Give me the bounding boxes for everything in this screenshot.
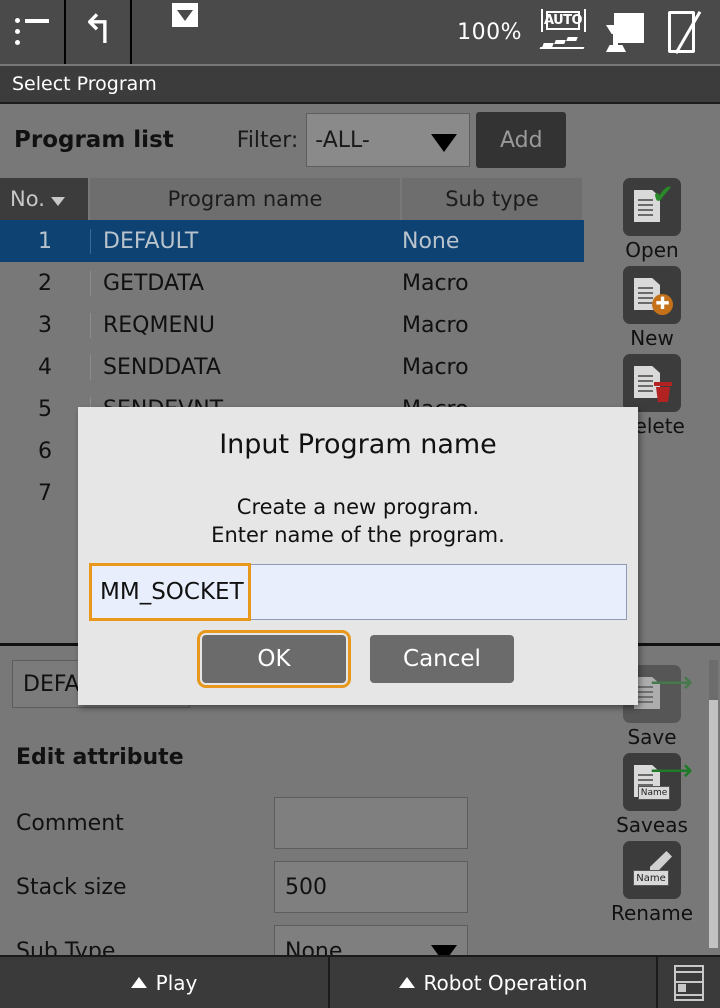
sidebar-item-new[interactable]: ✚ New — [584, 266, 720, 350]
sidebar-actions-upper: ✔ Open ✚ New Delete — [584, 178, 720, 442]
attribute-label-stack-size: Stack size — [16, 874, 127, 900]
filter-select[interactable]: -ALL- — [306, 113, 471, 167]
document-trash-icon — [623, 354, 681, 412]
toolbar-dropdown-button[interactable] — [132, 0, 198, 64]
sort-chevron-icon — [50, 196, 65, 206]
row-number: 7 — [38, 480, 52, 506]
back-button[interactable]: ↰ — [66, 0, 130, 64]
window-layout-icon — [674, 964, 704, 1001]
table-row[interactable]: 3 REQMENU Macro — [0, 304, 584, 346]
sidebar-label-save: Save — [627, 725, 677, 749]
play-tab[interactable]: Play — [0, 957, 330, 1008]
column-header-sub-type[interactable]: Sub type — [402, 178, 582, 220]
add-button[interactable]: Add — [476, 112, 567, 168]
document-plus-icon: ✚ — [623, 266, 681, 324]
cancel-button[interactable]: Cancel — [370, 635, 514, 683]
menu-button[interactable] — [0, 0, 64, 64]
dialog-message-line1: Create a new program. — [236, 495, 480, 519]
table-row[interactable]: 1 DEFAULT None — [0, 220, 584, 262]
caret-down-icon — [172, 3, 198, 27]
row-number: 3 — [38, 312, 52, 338]
dialog-message: Create a new program. Enter name of the … — [78, 494, 638, 549]
row-sub-type: None — [402, 228, 460, 254]
document-check-icon: ✔ — [623, 178, 681, 236]
sidebar-item-rename[interactable]: Name Rename — [584, 841, 720, 925]
robot-operation-tab[interactable]: Robot Operation — [330, 957, 658, 1008]
robot-operation-label: Robot Operation — [423, 970, 588, 995]
filter-value: -ALL- — [315, 127, 370, 153]
dialog-input-row: MM_SOCKET — [89, 563, 627, 621]
table-row[interactable]: 4 SENDDATA Macro — [0, 346, 584, 388]
dialog-message-line2: Enter name of the program. — [211, 522, 505, 547]
document-saveas-name-icon: ⟶ Name — [623, 753, 693, 811]
pencil-name-icon: Name — [623, 841, 681, 899]
attribute-row-stack-size: Stack size 500 — [16, 858, 576, 916]
row-program-name: DEFAULT — [90, 228, 402, 254]
row-number: 4 — [38, 354, 52, 380]
stack-size-input[interactable]: 500 — [274, 861, 468, 913]
filter-label: Filter: — [236, 127, 299, 153]
row-number: 1 — [38, 228, 52, 254]
comment-input[interactable] — [274, 797, 468, 849]
teach-pendant-icon[interactable] — [596, 9, 648, 55]
sidebar-item-open[interactable]: ✔ Open — [584, 178, 720, 262]
hamburger-menu-icon — [15, 18, 49, 45]
application-window: ↰ 100% AUTO Select Program Program list … — [0, 0, 720, 1008]
row-program-name: GETDATA — [90, 270, 402, 296]
auto-label: AUTO — [543, 11, 583, 30]
column-header-no-label: No. — [10, 187, 45, 211]
sidebar-item-saveas[interactable]: ⟶ Name Saveas — [584, 753, 720, 837]
auto-mode-icon[interactable]: AUTO — [538, 9, 590, 55]
play-label: Play — [155, 970, 198, 995]
row-number: 2 — [38, 270, 52, 296]
speed-override-value: 100% — [457, 19, 522, 45]
triangle-up-icon — [398, 977, 415, 988]
top-toolbar: ↰ 100% AUTO — [0, 0, 720, 64]
ok-button[interactable]: OK — [197, 630, 351, 688]
column-header-program-name[interactable]: Program name — [90, 178, 402, 220]
column-header-no[interactable]: No. — [0, 178, 90, 220]
table-header-row: No. Program name Sub type — [0, 178, 584, 220]
row-number: 6 — [38, 438, 52, 464]
bottom-bar: Play Robot Operation — [0, 955, 720, 1008]
input-program-name-dialog: Input Program name Create a new program.… — [78, 407, 638, 705]
dialog-title: Input Program name — [219, 429, 497, 460]
window-layout-button[interactable] — [658, 957, 720, 1008]
row-sub-type: Macro — [402, 354, 469, 380]
sidebar-label-new: New — [630, 326, 674, 350]
row-sub-type: Macro — [402, 270, 469, 296]
triangle-up-icon — [130, 977, 147, 988]
edit-attribute-heading: Edit attribute — [16, 745, 184, 770]
sidebar-label-rename: Rename — [610, 901, 694, 925]
undo-arrow-icon: ↰ — [81, 7, 115, 53]
sidebar-label-open: Open — [625, 238, 679, 262]
row-program-name: SENDDATA — [90, 354, 402, 380]
tablet-disabled-icon[interactable] — [654, 9, 706, 55]
program-name-input-value[interactable]: MM_SOCKET — [89, 563, 251, 621]
row-program-name: REQMENU — [90, 312, 402, 338]
attribute-label-comment: Comment — [16, 810, 124, 836]
page-title: Select Program — [0, 66, 720, 104]
row-sub-type: Macro — [402, 312, 469, 338]
program-list-title: Program list — [14, 127, 174, 153]
dialog-button-bar: OK Cancel — [78, 630, 638, 688]
sidebar-label-saveas: Saveas — [616, 813, 688, 837]
program-list-header: Program list Filter: -ALL- Add — [0, 106, 720, 174]
chevron-down-icon — [431, 134, 458, 152]
table-row[interactable]: 2 GETDATA Macro — [0, 262, 584, 304]
row-number: 5 — [38, 396, 52, 422]
attribute-row-comment: Comment — [16, 794, 576, 852]
